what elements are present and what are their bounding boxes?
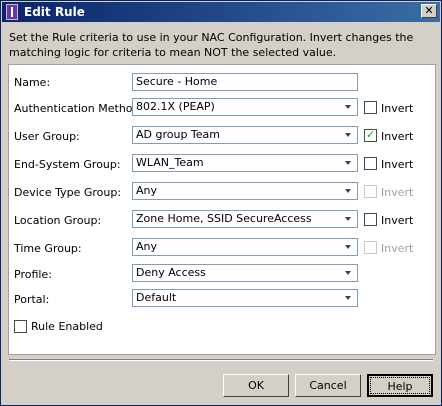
time-group-invert-label: Invert [381,242,414,255]
auth-method-invert-checkbox[interactable] [364,101,377,114]
auth-method-label: Authentication Method: [14,102,144,115]
user-group-value: AD group Team [136,128,221,141]
rule-enabled-label: Rule Enabled [31,320,103,333]
dropdown-arrow-icon [345,245,351,249]
location-group-invert-label: Invert [381,214,414,227]
auth-method-value: 802.1X (PEAP) [136,100,215,113]
dropdown-arrow-icon [345,105,351,109]
name-label: Name: [14,76,51,89]
device-type-group-select[interactable]: Any [132,182,358,200]
user-group-select[interactable]: AD group Team [132,126,358,144]
checkmark-icon: ✓ [366,128,376,141]
name-input[interactable]: Secure - Home [132,73,358,91]
time-group-invert-checkbox [364,241,377,254]
close-button[interactable]: ✕ [421,4,437,18]
help-button[interactable]: Help [367,374,433,397]
device-type-group-invert-label: Invert [381,186,414,199]
button-divider [9,359,433,361]
end-system-group-value: WLAN_Team [136,156,204,169]
dropdown-arrow-icon [345,296,351,300]
profile-select[interactable]: Deny Access [132,264,358,282]
device-type-group-invert-checkbox [364,185,377,198]
dropdown-arrow-icon [345,271,351,275]
profile-value: Deny Access [136,266,206,279]
location-group-label: Location Group: [14,214,102,227]
user-group-invert-checkbox[interactable]: ✓ [364,128,377,142]
user-group-label: User Group: [14,130,80,143]
rule-criteria-panel: Name: Secure - Home Authentication Metho… [8,64,436,355]
dropdown-arrow-icon [345,161,351,165]
dropdown-arrow-icon [345,133,351,137]
instructions-text: Set the Rule criteria to use in your NAC… [9,31,414,59]
auth-method-select[interactable]: 802.1X (PEAP) [132,98,358,116]
portal-value: Default [136,291,177,304]
edit-rule-dialog: Edit Rule ✕ Set the Rule criteria to use… [0,0,442,406]
end-system-group-invert-checkbox[interactable] [364,157,377,170]
dropdown-arrow-icon [345,189,351,193]
time-group-label: Time Group: [14,242,82,255]
user-group-invert-label: Invert [381,130,414,143]
dropdown-arrow-icon [345,217,351,221]
portal-select[interactable]: Default [132,289,358,307]
cancel-button[interactable]: Cancel [295,374,361,397]
profile-label: Profile: [14,268,52,281]
device-type-group-label: Device Type Group: [14,186,122,199]
rule-enabled-checkbox[interactable] [14,320,27,333]
time-group-value: Any [136,240,158,253]
portal-label: Portal: [14,293,50,306]
end-system-group-label: End-System Group: [14,158,121,171]
device-type-group-value: Any [136,184,158,197]
location-group-select[interactable]: Zone Home, SSID SecureAccess [132,210,358,228]
time-group-select[interactable]: Any [132,238,358,256]
app-icon [6,4,18,20]
end-system-group-select[interactable]: WLAN_Team [132,154,358,172]
auth-method-invert-label: Invert [381,102,414,115]
title-bar[interactable]: Edit Rule ✕ [2,2,440,22]
location-group-value: Zone Home, SSID SecureAccess [136,212,312,225]
window-title: Edit Rule [24,5,85,19]
location-group-invert-checkbox[interactable] [364,213,377,226]
ok-button[interactable]: OK [223,374,289,397]
end-system-group-invert-label: Invert [381,158,414,171]
